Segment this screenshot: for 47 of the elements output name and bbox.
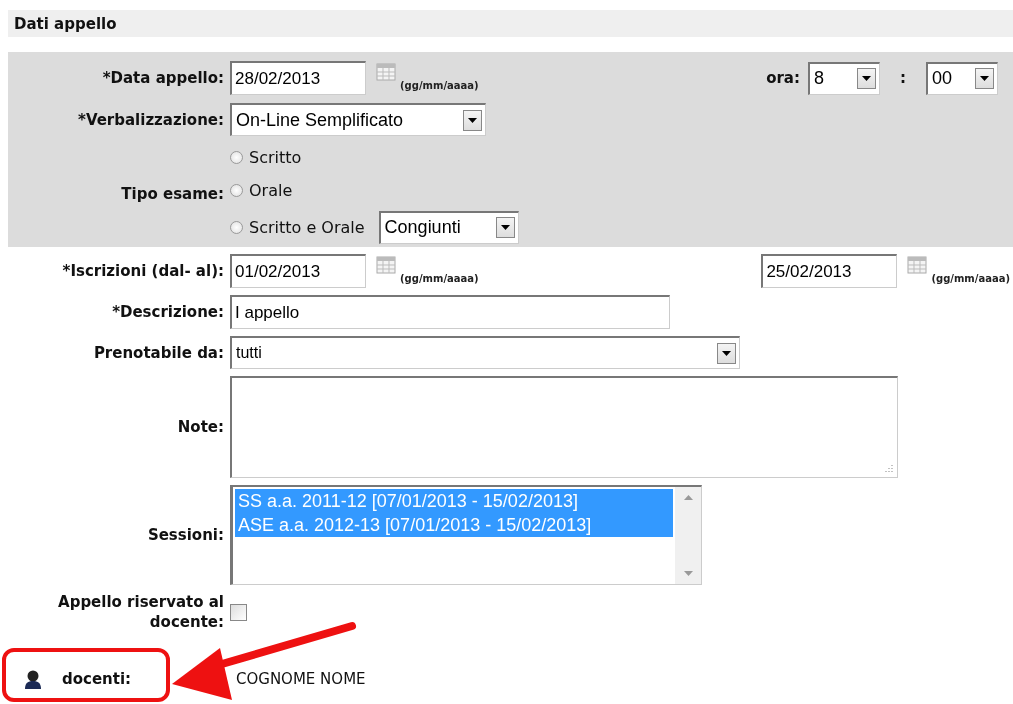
scrollbar[interactable] xyxy=(675,487,701,584)
caret-icon xyxy=(862,76,871,81)
hour-select[interactable]: 8 xyxy=(808,61,880,95)
radio-button[interactable] xyxy=(230,150,243,164)
scroll-down-icon[interactable] xyxy=(683,571,693,576)
resize-grip-icon[interactable] xyxy=(884,464,893,473)
date-format-hint: (gg/mm/aaaa) xyxy=(931,273,1010,284)
caret-icon xyxy=(500,225,510,230)
caret-icon xyxy=(980,76,989,81)
field-label: Tipo esame: xyxy=(121,185,224,203)
teacher-name: COGNOME NOME xyxy=(236,669,367,688)
time-separator: : xyxy=(900,69,906,87)
calendar-icon[interactable] xyxy=(376,256,396,274)
scroll-up-icon[interactable] xyxy=(683,495,693,500)
radio-button[interactable] xyxy=(230,220,243,234)
field-label: *Data appello: xyxy=(102,69,224,87)
mode-select[interactable]: Congiunti xyxy=(378,210,519,244)
section-title: Dati appello xyxy=(14,14,117,33)
verbalizzazione-select[interactable]: On-Line Semplificato xyxy=(230,103,486,136)
checkbox[interactable] xyxy=(230,604,247,621)
date-format-hint: (gg/mm/aaaa) xyxy=(400,80,479,91)
date-field[interactable]: 01/02/2013 xyxy=(230,254,366,288)
radio-button[interactable] xyxy=(230,183,243,197)
field-label: Note: xyxy=(177,418,224,436)
field-label: Prenotabile da: xyxy=(93,343,224,362)
radio-label: Scritto e Orale xyxy=(249,217,365,237)
field-label: *Descrizione: xyxy=(112,303,224,321)
prenotabile-select[interactable]: tutti xyxy=(230,336,740,369)
description-field[interactable]: I appello xyxy=(230,295,670,329)
date-field[interactable]: 25/02/2013 xyxy=(761,254,898,288)
field-label: Sessioni: xyxy=(147,526,224,544)
date-field[interactable]: 28/02/2013 xyxy=(230,61,366,95)
note-textarea[interactable] xyxy=(230,376,898,478)
caret-icon xyxy=(468,117,477,123)
calendar-icon[interactable] xyxy=(376,63,396,81)
date-format-hint: (gg/mm/aaaa) xyxy=(400,273,479,284)
field-label: docenti: xyxy=(62,669,132,688)
field-label: Appello riservato al docente: xyxy=(57,592,224,633)
caret-icon xyxy=(722,350,731,356)
hour-label: ora: xyxy=(766,69,800,87)
minute-select[interactable]: 00 xyxy=(926,61,998,95)
field-label: *Iscrizioni (dal- al): xyxy=(62,262,224,280)
radio-label: Scritto xyxy=(249,147,302,167)
field-label: *Verbalizzazione: xyxy=(78,110,224,129)
person-icon xyxy=(24,668,42,689)
calendar-icon[interactable] xyxy=(907,256,928,274)
radio-label: Orale xyxy=(249,180,293,200)
